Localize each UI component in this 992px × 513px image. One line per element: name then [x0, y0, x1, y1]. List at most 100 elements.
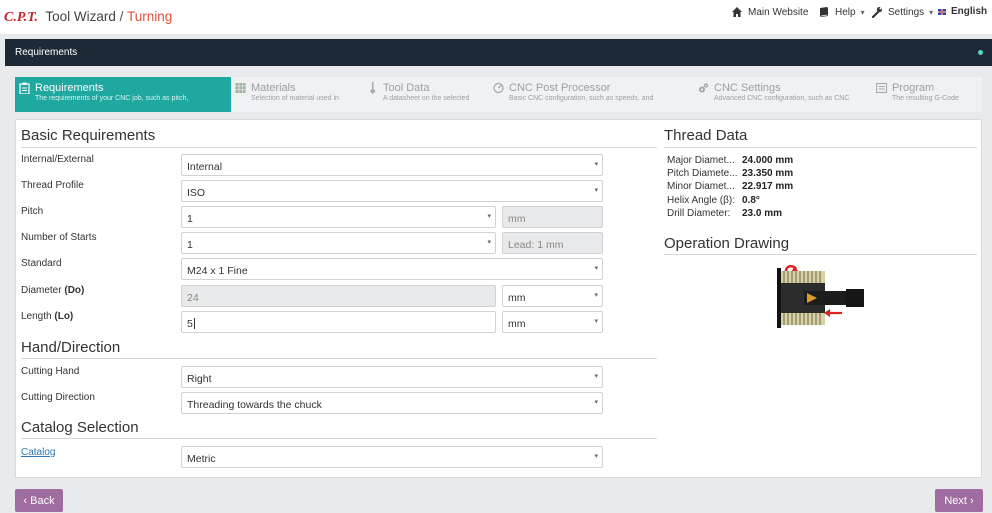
- step-cnc-post-processor[interactable]: CNC Post Processor Basic CNC configurati…: [489, 77, 694, 112]
- thread-data-key: Major Diamet...: [667, 155, 735, 166]
- requirements-panel: Basic Requirements Internal/External Int…: [15, 119, 982, 478]
- thread-data-key: Minor Diamet...: [667, 181, 735, 192]
- chevron-down-icon: ▾: [594, 292, 598, 299]
- settings-menu[interactable]: Settings ▾: [871, 6, 933, 18]
- top-navbar: C.P.T. Tool Wizard / Turning Main Websit…: [0, 0, 992, 34]
- thread-profile-label: Thread Profile: [21, 180, 84, 191]
- step-program[interactable]: Program The resulting G-Code: [872, 77, 982, 112]
- pitch-select[interactable]: 1 ▾: [181, 206, 496, 228]
- thread-data-row: Pitch Diamete... 23.350 mm: [667, 168, 793, 179]
- chevron-down-icon: ▾: [594, 161, 598, 168]
- number-of-starts-value: 1: [187, 239, 193, 251]
- pitch-unit: mm: [508, 213, 526, 225]
- length-label: Length (Lo): [21, 311, 73, 322]
- operation-drawing-image: [777, 265, 864, 328]
- thread-data-value: 23.0 mm: [742, 208, 783, 219]
- cutting-hand-select[interactable]: Right ▾: [181, 366, 603, 388]
- app-title: Tool Wizard: [45, 9, 116, 24]
- chevron-down-icon: ▾: [487, 239, 491, 246]
- cutting-hand-value: Right: [187, 373, 212, 385]
- thread-profile-select[interactable]: ISO ▾: [181, 180, 603, 202]
- internal-external-select[interactable]: Internal ▾: [181, 154, 603, 176]
- basic-requirements-title: Basic Requirements: [21, 127, 156, 144]
- clipboard-icon: [19, 82, 30, 94]
- diameter-unit: mm: [508, 292, 526, 304]
- operation-drawing-title: Operation Drawing: [664, 235, 790, 252]
- diameter-unit-select[interactable]: mm ▾: [502, 285, 603, 307]
- section-divider: [664, 147, 977, 148]
- step-title: Program: [892, 82, 935, 94]
- app-brand[interactable]: C.P.T. Tool Wizard / Turning: [4, 9, 172, 26]
- thread-data-row: Major Diamet... 24.000 mm: [667, 155, 793, 166]
- status-dot-icon: [978, 50, 983, 55]
- pitch-label: Pitch: [21, 206, 44, 217]
- thread-data-value: 22.917 mm: [742, 181, 794, 192]
- section-divider: [664, 254, 977, 255]
- step-tool-data[interactable]: Tool Data A datasheet on the selected: [363, 77, 489, 112]
- standard-select[interactable]: M24 x 1 Fine ▾: [181, 258, 603, 280]
- step-cnc-settings[interactable]: CNC Settings Advanced CNC configuration,…: [694, 77, 872, 112]
- length-unit-select[interactable]: mm ▾: [502, 311, 603, 333]
- step-desc: Advanced CNC configuration, such as CNC: [714, 95, 850, 102]
- text-cursor: [193, 318, 195, 329]
- uk-flag-icon: [938, 8, 946, 15]
- length-label-text: Length: [21, 311, 52, 322]
- title-separator: /: [119, 9, 124, 24]
- number-of-starts-select[interactable]: 1 ▾: [181, 232, 496, 254]
- cpt-logo: C.P.T.: [4, 10, 38, 25]
- diameter-value: 24: [187, 292, 199, 304]
- help-menu[interactable]: Help ▾: [818, 6, 865, 18]
- section-divider: [21, 358, 657, 359]
- thread-data-value: 23.350 mm: [742, 168, 794, 179]
- diameter-label: Diameter (Do): [21, 285, 84, 296]
- chevron-down-icon: ▾: [594, 265, 598, 272]
- thread-data-key: Pitch Diamete...: [667, 168, 738, 179]
- wizard-steps: Requirements The requirements of your CN…: [15, 77, 982, 112]
- main-website-label: Main Website: [748, 6, 809, 18]
- step-title: CNC Settings: [714, 82, 781, 94]
- step-desc: The resulting G-Code: [892, 95, 959, 102]
- help-label: Help: [835, 6, 856, 18]
- catalog-selection-title: Catalog Selection: [21, 419, 139, 436]
- cutting-direction-select[interactable]: Threading towards the chuck ▾: [181, 392, 603, 414]
- language-label: English: [951, 6, 988, 17]
- step-requirements[interactable]: Requirements The requirements of your CN…: [15, 77, 231, 112]
- thread-data-row: Minor Diamet... 22.917 mm: [667, 181, 793, 192]
- length-symbol: (Lo): [54, 311, 74, 322]
- step-title: Requirements: [35, 82, 104, 94]
- hand-direction-title: Hand/Direction: [21, 339, 121, 356]
- cutting-direction-label: Cutting Direction: [21, 392, 95, 403]
- language-menu[interactable]: English ▾: [938, 6, 992, 17]
- wrench-icon: [871, 6, 883, 18]
- step-desc: Selection of material used in: [251, 95, 339, 102]
- thread-data-value: 0.8°: [742, 195, 760, 206]
- page-header-bar: Requirements: [5, 39, 992, 66]
- chevron-down-icon: ▾: [594, 399, 598, 406]
- home-icon: [732, 7, 742, 17]
- thread-profile-value: ISO: [187, 187, 206, 199]
- diameter-label-text: Diameter: [21, 285, 62, 296]
- lead-field: Lead: 1 mm: [502, 232, 603, 254]
- thread-data-title: Thread Data: [664, 127, 748, 144]
- catalog-link[interactable]: Catalog: [21, 447, 55, 458]
- page-title: Requirements: [15, 47, 78, 58]
- next-button[interactable]: Next ›: [935, 489, 983, 512]
- section-divider: [21, 438, 657, 439]
- step-desc: Basic CNC configuration, such as speeds,…: [509, 95, 654, 102]
- back-button[interactable]: ‹ Back: [15, 489, 63, 512]
- internal-external-value: Internal: [187, 161, 223, 173]
- catalog-label: Catalog: [21, 447, 55, 458]
- catalog-select[interactable]: Metric ▾: [181, 446, 603, 468]
- standard-value: M24 x 1 Fine: [187, 265, 248, 277]
- length-value: 5: [187, 318, 193, 330]
- gauge-icon: [493, 82, 504, 94]
- thread-data-value: 24.000 mm: [742, 155, 794, 166]
- materials-icon: [235, 83, 246, 93]
- step-materials[interactable]: Materials Selection of material used in: [231, 77, 361, 112]
- main-website-link[interactable]: Main Website: [731, 6, 808, 18]
- book-icon: [820, 7, 828, 17]
- chevron-down-icon: ▾: [594, 453, 598, 460]
- tool-icon: [370, 82, 376, 94]
- length-input[interactable]: 5: [181, 311, 496, 333]
- program-icon: [876, 82, 887, 94]
